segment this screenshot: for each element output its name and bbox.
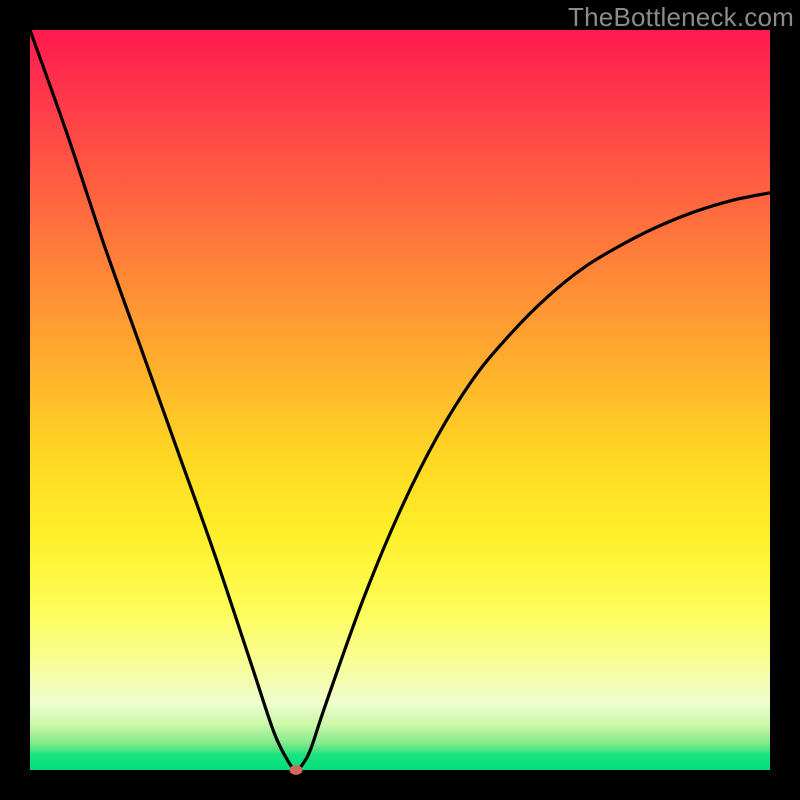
curve-svg [30, 30, 770, 770]
minimum-marker [290, 765, 303, 775]
bottleneck-curve-path [30, 30, 770, 770]
plot-area [30, 30, 770, 770]
watermark: TheBottleneck.com [568, 2, 794, 33]
chart-frame: TheBottleneck.com [0, 0, 800, 800]
